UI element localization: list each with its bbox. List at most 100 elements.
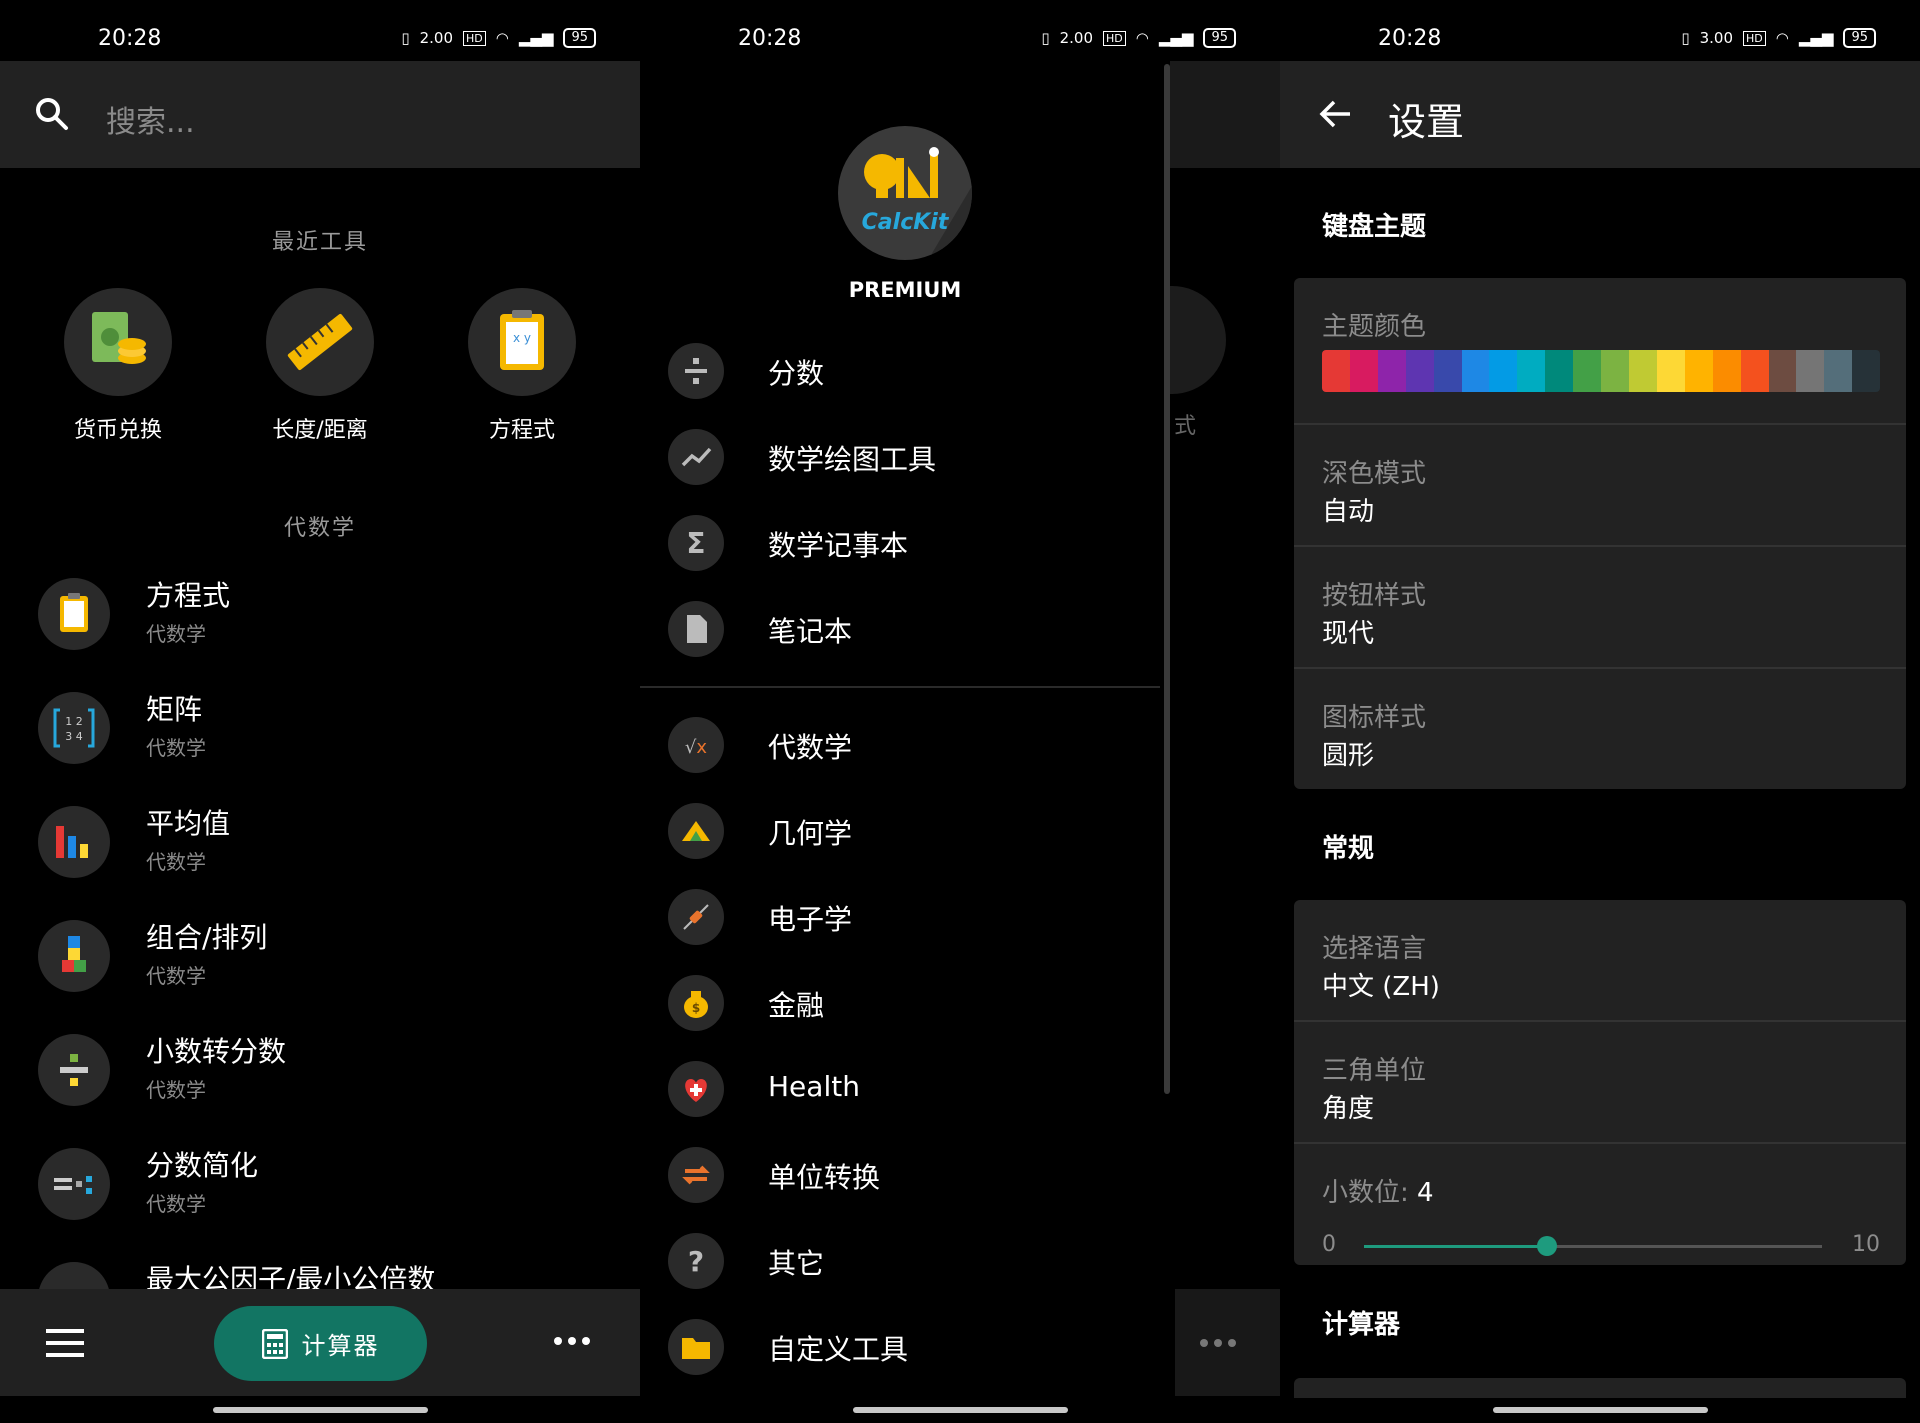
theme-color-swatch[interactable] <box>1377 350 1406 392</box>
clipboard-xy-icon <box>38 578 110 650</box>
theme-color-swatch[interactable] <box>1601 350 1629 392</box>
page-title: 设置 <box>1388 100 1465 144</box>
svg-text:√x: √x <box>685 737 707 758</box>
theme-color-swatch[interactable] <box>1461 350 1490 392</box>
settings-screen: 20:28 ▯ 3.00 HD ◠ ▂▄▆ 95 设置 键盘主题 主题颜色 深色… <box>1280 0 1920 1423</box>
back-arrow-icon[interactable] <box>1316 95 1354 133</box>
search-icon[interactable] <box>32 94 72 134</box>
svg-text:x y: x y <box>513 331 531 345</box>
theme-color-palette[interactable] <box>1322 350 1880 392</box>
tool-row-equation[interactable]: 方程式 代数学 <box>0 558 640 672</box>
nav-item-label: 金融 <box>768 989 825 1022</box>
nav-item-geometry[interactable]: 几何学 <box>640 788 1160 874</box>
nav-item-health[interactable]: Health <box>640 1046 1160 1132</box>
scrim-appbar[interactable] <box>1170 61 1280 168</box>
electronics-icon <box>668 889 724 945</box>
nav-item-fraction[interactable]: 分数 <box>640 328 1160 414</box>
slider-thumb[interactable] <box>1537 1236 1558 1256</box>
theme-color-swatch[interactable] <box>1740 350 1769 392</box>
svg-text:3 4: 3 4 <box>65 730 83 743</box>
tool-category: 代数学 <box>146 1078 206 1102</box>
net-speed: 2.00 <box>1059 29 1093 47</box>
theme-color-swatch[interactable] <box>1712 350 1741 392</box>
pref-title: 深色模式 <box>1322 459 1427 489</box>
document-icon <box>668 601 724 657</box>
pref-value: 中文 (ZH) <box>1322 972 1440 1002</box>
tool-name: 矩阵 <box>146 693 203 726</box>
drawer-scrollbar[interactable] <box>1164 64 1170 1094</box>
tool-category: 代数学 <box>146 1192 206 1216</box>
home-indicator[interactable] <box>1493 1407 1708 1413</box>
theme-color-swatch[interactable] <box>1489 350 1518 392</box>
nav-item-algebra[interactable]: √x 代数学 <box>640 702 1160 788</box>
search-input[interactable]: 搜索... <box>106 97 195 141</box>
recent-tool-length[interactable]: 长度/距离 <box>260 288 380 444</box>
battery-icon: 95 <box>1203 28 1236 48</box>
pref-title: 图标样式 <box>1322 703 1427 733</box>
decimal-slider[interactable]: 0 10 <box>1322 1226 1880 1266</box>
theme-color-swatch[interactable] <box>1322 350 1350 392</box>
theme-color-swatch[interactable] <box>1684 350 1713 392</box>
nav-item-notebook[interactable]: 笔记本 <box>640 586 1160 672</box>
more-options-icon[interactable] <box>554 1337 590 1345</box>
bar-chart-icon <box>38 806 110 878</box>
menu-icon[interactable] <box>46 1329 84 1357</box>
theme-color-swatch[interactable] <box>1405 350 1434 392</box>
nav-item-custom-tools[interactable]: 自定义工具 <box>640 1304 1160 1390</box>
tool-category: 代数学 <box>146 850 206 874</box>
clipboard-xy-icon: x y <box>468 288 576 396</box>
recent-tool-equation[interactable]: x y 方程式 <box>462 288 582 444</box>
theme-color-swatch[interactable] <box>1656 350 1685 392</box>
theme-color-swatch[interactable] <box>1545 350 1574 392</box>
theme-color-swatch[interactable] <box>1517 350 1546 392</box>
theme-color-swatch[interactable] <box>1852 350 1880 392</box>
hd-badge: HD <box>1103 30 1126 46</box>
pref-dark-mode[interactable]: 深色模式 自动 <box>1294 425 1906 547</box>
pref-trig-unit[interactable]: 三角单位 角度 <box>1294 1022 1906 1144</box>
home-indicator[interactable] <box>853 1407 1068 1413</box>
tool-row-decimal-to-fraction[interactable]: 小数转分数 代数学 <box>0 1014 640 1128</box>
keyboard-theme-card: 主题颜色 深色模式 自动 按钮样式 现代 图标样式 圆形 <box>1294 278 1906 789</box>
sqrt-x-icon: √x <box>668 717 724 773</box>
status-icons: ▯ 2.00 HD ◠ ▂▄▆ 95 <box>1041 28 1236 48</box>
theme-color-swatch[interactable] <box>1824 350 1853 392</box>
tool-row-mean[interactable]: 平均值 代数学 <box>0 786 640 900</box>
calculator-button[interactable]: 计算器 <box>214 1306 427 1381</box>
nav-item-other[interactable]: ? 其它 <box>640 1218 1160 1304</box>
pref-decimal-places: 小数位: 4 0 10 <box>1294 1144 1906 1264</box>
pref-language[interactable]: 选择语言 中文 (ZH) <box>1294 900 1906 1022</box>
pref-value: 圆形 <box>1322 741 1375 771</box>
tool-row-matrix[interactable]: 1 23 4 矩阵 代数学 <box>0 672 640 786</box>
nav-item-label: 分数 <box>768 357 825 390</box>
recent-tool-currency[interactable]: 货币兑换 <box>58 288 178 444</box>
nav-item-unit-conversion[interactable]: 单位转换 <box>640 1132 1160 1218</box>
tool-row-combinations[interactable]: 组合/排列 代数学 <box>0 900 640 1014</box>
pref-theme-color: 主题颜色 <box>1294 278 1906 425</box>
decimal-label: 小数位: <box>1322 1178 1418 1208</box>
home-indicator[interactable] <box>213 1407 428 1413</box>
theme-color-swatch[interactable] <box>1768 350 1797 392</box>
drawer-screen: 20:28 ▯ 2.00 HD ◠ ▂▄▆ 95 式 CalcKit PREMI… <box>640 0 1280 1423</box>
search-bar[interactable]: 搜索... <box>0 61 640 168</box>
theme-color-swatch[interactable] <box>1628 350 1657 392</box>
nav-item-finance[interactable]: $ 金融 <box>640 960 1160 1046</box>
pref-icon-style[interactable]: 图标样式 圆形 <box>1294 669 1906 789</box>
theme-color-swatch[interactable] <box>1573 350 1602 392</box>
more-options-icon[interactable] <box>1200 1339 1236 1347</box>
scrim-recent-icon <box>1170 286 1226 394</box>
tool-row-fraction-simplify[interactable]: 分数简化 代数学 <box>0 1128 640 1242</box>
folder-icon <box>668 1319 724 1375</box>
nav-item-graphing[interactable]: 数学绘图工具 <box>640 414 1160 500</box>
theme-color-swatch[interactable] <box>1433 350 1462 392</box>
pref-button-style[interactable]: 按钮样式 现代 <box>1294 547 1906 669</box>
nav-item-label: 其它 <box>768 1247 825 1280</box>
slider-track[interactable] <box>1364 1236 1822 1256</box>
signal-icon: ▂▄▆ <box>1798 29 1834 47</box>
theme-color-swatch[interactable] <box>1796 350 1825 392</box>
status-time: 20:28 <box>98 26 162 51</box>
nav-item-electronics[interactable]: 电子学 <box>640 874 1160 960</box>
battery-icon: 95 <box>563 28 596 48</box>
theme-color-swatch[interactable] <box>1349 350 1378 392</box>
nav-item-math-notepad[interactable]: Σ 数学记事本 <box>640 500 1160 586</box>
svg-text:Σ: Σ <box>686 527 705 560</box>
